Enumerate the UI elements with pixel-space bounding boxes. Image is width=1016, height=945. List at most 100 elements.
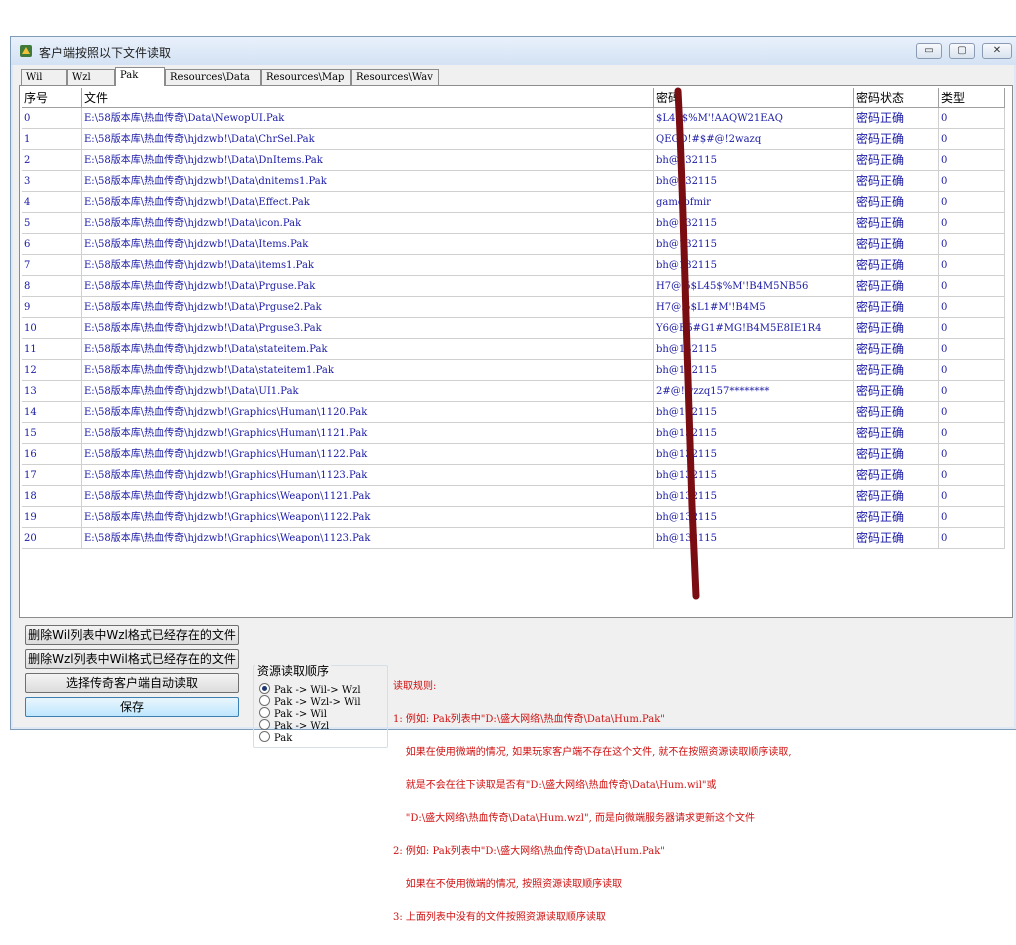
- table-row[interactable]: 20 E:\58版本库\热血传奇\hjdzwb!\Graphics\Weapon\…: [22, 528, 1007, 549]
- cell-index: 12: [22, 360, 82, 381]
- table-row[interactable]: 8 E:\58版本库\热血传奇\hjdzwb!\Data\Prguse.Pak H7…: [22, 276, 1007, 297]
- column-header-file[interactable]: 文件: [82, 88, 654, 108]
- table-row[interactable]: 14 E:\58版本库\热血传奇\hjdzwb!\Graphics\Human\1…: [22, 402, 1007, 423]
- table-row[interactable]: 18 E:\58版本库\热血传奇\hjdzwb!\Graphics\Weapon\…: [22, 486, 1007, 507]
- cell-index: 15: [22, 423, 82, 444]
- auto-read-client-button[interactable]: 选择传奇客户端自动读取: [25, 673, 239, 693]
- cell-password-status: 密码正确: [854, 276, 939, 297]
- cell-file-path: E:\58版本库\热血传奇\hjdzwb!\Graphics\Human\112…: [82, 444, 654, 465]
- cell-index: 17: [22, 465, 82, 486]
- rule-line: "D:\盛大网络\热血传奇\Data\Hum.wzl", 而是向微端服务器请求更…: [393, 813, 755, 824]
- delete-wzl-duplicates-button[interactable]: 删除Wzl列表中Wil格式已经存在的文件: [25, 649, 239, 669]
- tab-resources-map[interactable]: Resources\Map: [261, 69, 351, 85]
- cell-password: Y6@B5#G1#MG!B4M5E8IE1R4: [654, 318, 854, 339]
- table-row[interactable]: 9 E:\58版本库\热血传奇\hjdzwb!\Data\Prguse2.Pak H…: [22, 297, 1007, 318]
- cell-index: 5: [22, 213, 82, 234]
- radio-pak-wzl[interactable]: Pak -> Wzl: [259, 719, 329, 732]
- file-list-table[interactable]: 序号 文件 密码 密码状态 类型 0 E:\58版本库\热血传奇\Data\New…: [22, 88, 1007, 549]
- save-button[interactable]: 保存: [25, 697, 239, 717]
- cell-file-path: E:\58版本库\热血传奇\hjdzwb!\Data\icon.Pak: [82, 213, 654, 234]
- cell-file-path: E:\58版本库\热血传奇\hjdzwb!\Data\stateitem.Pak: [82, 339, 654, 360]
- table-row[interactable]: 16 E:\58版本库\热血传奇\hjdzwb!\Graphics\Human\1…: [22, 444, 1007, 465]
- radio-pak-wil[interactable]: Pak -> Wil: [259, 707, 327, 720]
- cell-password-status: 密码正确: [854, 150, 939, 171]
- column-header-password[interactable]: 密码: [654, 88, 854, 108]
- title-bar[interactable]: 客户端按照以下文件读取 ▭ ▢ ✕: [11, 37, 1016, 65]
- cell-file-path: E:\58版本库\热血传奇\hjdzwb!\Data\Prguse.Pak: [82, 276, 654, 297]
- cell-type: 0: [939, 297, 1005, 318]
- table-row[interactable]: 5 E:\58版本库\热血传奇\hjdzwb!\Data\icon.Pak bh@1…: [22, 213, 1007, 234]
- rule-line: 就是不会在往下读取是否有"D:\盛大网络\热血传奇\Data\Hum.wil"或: [393, 780, 717, 791]
- table-row[interactable]: 3 E:\58版本库\热血传奇\hjdzwb!\Data\dnitems1.Pak…: [22, 171, 1007, 192]
- cell-password: H7@.5$L45$%M'!B4M5NB56: [654, 276, 854, 297]
- radio-pak-wil-wzl[interactable]: Pak -> Wil-> Wzl: [259, 683, 361, 696]
- tab-wzl[interactable]: Wzl: [67, 69, 115, 85]
- table-row[interactable]: 15 E:\58版本库\热血传奇\hjdzwb!\Graphics\Human\1…: [22, 423, 1007, 444]
- rule-line: 读取规则:: [393, 681, 437, 692]
- cell-index: 10: [22, 318, 82, 339]
- table-row[interactable]: 19 E:\58版本库\热血传奇\hjdzwb!\Graphics\Weapon\…: [22, 507, 1007, 528]
- cell-password-status: 密码正确: [854, 528, 939, 549]
- rule-line: 1: 例如: Pak列表中"D:\盛大网络\热血传奇\Data\Hum.Pak": [393, 714, 665, 725]
- cell-file-path: E:\58版本库\热血传奇\hjdzwb!\Data\Prguse3.Pak: [82, 318, 654, 339]
- rule-line: 如果在使用微端的情况, 如果玩家客户端不存在这个文件, 就不在按照资源读取顺序读…: [393, 747, 792, 758]
- cell-type: 0: [939, 360, 1005, 381]
- table-row[interactable]: 7 E:\58版本库\热血传奇\hjdzwb!\Data\items1.Pak bh…: [22, 255, 1007, 276]
- cell-type: 0: [939, 444, 1005, 465]
- cell-file-path: E:\58版本库\热血传奇\hjdzwb!\Data\Effect.Pak: [82, 192, 654, 213]
- radio-button-icon[interactable]: [259, 695, 270, 706]
- cell-type: 0: [939, 381, 1005, 402]
- table-row[interactable]: 12 E:\58版本库\热血传奇\hjdzwb!\Data\stateitem1.…: [22, 360, 1007, 381]
- cell-index: 4: [22, 192, 82, 213]
- table-row[interactable]: 0 E:\58版本库\热血传奇\Data\NewopUI.Pak $L45$%M'!…: [22, 108, 1007, 129]
- cell-password-status: 密码正确: [854, 234, 939, 255]
- radio-button-icon[interactable]: [259, 683, 270, 694]
- cell-type: 0: [939, 129, 1005, 150]
- tab-pak[interactable]: Pak: [115, 67, 165, 86]
- cell-file-path: E:\58版本库\热血传奇\hjdzwb!\Data\DnItems.Pak: [82, 150, 654, 171]
- cell-password-status: 密码正确: [854, 297, 939, 318]
- minimize-button[interactable]: ▭: [916, 43, 942, 59]
- column-header-index[interactable]: 序号: [22, 88, 82, 108]
- tab-resources-wav[interactable]: Resources\Wav: [351, 69, 439, 85]
- pak-list-panel: 序号 文件 密码 密码状态 类型 0 E:\58版本库\热血传奇\Data\New…: [19, 85, 1013, 618]
- table-row[interactable]: 1 E:\58版本库\热血传奇\hjdzwb!\Data\ChrSel.Pak QE…: [22, 129, 1007, 150]
- cell-password: bh@132115: [654, 255, 854, 276]
- rule-line: 2: 例如: Pak列表中"D:\盛大网络\热血传奇\Data\Hum.Pak": [393, 846, 665, 857]
- cell-file-path: E:\58版本库\热血传奇\hjdzwb!\Data\Items.Pak: [82, 234, 654, 255]
- radio-pak-only[interactable]: Pak: [259, 731, 292, 744]
- table-row[interactable]: 4 E:\58版本库\热血传奇\hjdzwb!\Data\Effect.Pak ga…: [22, 192, 1007, 213]
- table-row[interactable]: 6 E:\58版本库\热血传奇\hjdzwb!\Data\Items.Pak bh@…: [22, 234, 1007, 255]
- table-row[interactable]: 2 E:\58版本库\热血传奇\hjdzwb!\Data\DnItems.Pak b…: [22, 150, 1007, 171]
- cell-password-status: 密码正确: [854, 444, 939, 465]
- cell-password-status: 密码正确: [854, 129, 939, 150]
- delete-wil-duplicates-button[interactable]: 删除Wil列表中Wzl格式已经存在的文件: [25, 625, 239, 645]
- radio-button-icon[interactable]: [259, 731, 270, 742]
- tab-wil[interactable]: Wil: [21, 69, 67, 85]
- table-row[interactable]: 11 E:\58版本库\热血传奇\hjdzwb!\Data\stateitem.P…: [22, 339, 1007, 360]
- radio-button-icon[interactable]: [259, 707, 270, 718]
- cell-index: 3: [22, 171, 82, 192]
- cell-index: 7: [22, 255, 82, 276]
- table-row[interactable]: 13 E:\58版本库\热血传奇\hjdzwb!\Data\UI1.Pak 2#@!…: [22, 381, 1007, 402]
- maximize-button[interactable]: ▢: [949, 43, 975, 59]
- cell-file-path: E:\58版本库\热血传奇\hjdzwb!\Graphics\Weapon\11…: [82, 507, 654, 528]
- cell-password: $L45$%M'!AAQW21EAQ: [654, 108, 854, 129]
- cell-file-path: E:\58版本库\热血传奇\hjdzwb!\Graphics\Human\112…: [82, 402, 654, 423]
- client-area: Wil Wzl Pak Resources\Data Resources\Map…: [13, 65, 1014, 923]
- radio-pak-wzl-wil[interactable]: Pak -> Wzl-> Wil: [259, 695, 361, 708]
- cell-index: 11: [22, 339, 82, 360]
- cell-index: 1: [22, 129, 82, 150]
- cell-password: QEGD!#$#@!2wazq: [654, 129, 854, 150]
- close-button[interactable]: ✕: [982, 43, 1012, 59]
- radio-button-icon[interactable]: [259, 719, 270, 730]
- rule-line: 3: 上面列表中没有的文件按照资源读取顺序读取: [393, 912, 606, 923]
- column-header-type[interactable]: 类型: [939, 88, 1005, 108]
- table-row[interactable]: 17 E:\58版本库\热血传奇\hjdzwb!\Graphics\Human\1…: [22, 465, 1007, 486]
- cell-password: bh@132115: [654, 486, 854, 507]
- column-header-password-status[interactable]: 密码状态: [854, 88, 939, 108]
- table-row[interactable]: 10 E:\58版本库\热血传奇\hjdzwb!\Data\Prguse3.Pak…: [22, 318, 1007, 339]
- cell-file-path: E:\58版本库\热血传奇\hjdzwb!\Data\ChrSel.Pak: [82, 129, 654, 150]
- tab-resources-data[interactable]: Resources\Data: [165, 69, 261, 85]
- cell-type: 0: [939, 423, 1005, 444]
